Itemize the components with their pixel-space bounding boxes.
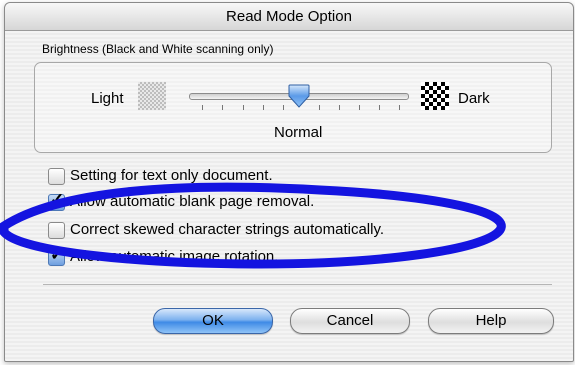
slider-tick [263,105,264,110]
skew-correction-checkbox[interactable] [48,222,65,239]
cancel-button[interactable]: Cancel [290,308,410,334]
brightness-slider-thumb[interactable] [288,84,310,108]
checkmark-icon: ✓ [50,245,65,264]
text-only-label[interactable]: Setting for text only document. [70,167,273,184]
light-label: Light [91,90,124,107]
blank-page-removal-label[interactable]: Allow automatic blank page removal. [70,193,314,210]
brightness-group-label: Brightness (Black and White scanning onl… [42,42,274,56]
slider-tick [339,105,340,110]
slider-tick [243,105,244,110]
dark-label: Dark [458,90,490,107]
slider-tick [319,105,320,110]
ok-button[interactable]: OK [153,308,273,334]
slider-tick [359,105,360,110]
text-only-checkbox[interactable] [48,168,65,185]
image-rotation-label[interactable]: Allow automatic image rotation. [70,248,278,265]
skew-correction-label[interactable]: Correct skewed character strings automat… [70,221,384,238]
slider-tick [399,105,400,110]
title-bar[interactable]: Read Mode Option [5,3,573,31]
slider-tick [283,105,284,110]
slider-tick [222,105,223,110]
image-rotation-checkbox[interactable]: ✓ [48,245,65,266]
blank-page-removal-checkbox[interactable]: ✓ [48,190,65,211]
window-title: Read Mode Option [226,8,352,25]
slider-tick [202,105,203,110]
slider-tick [379,105,380,110]
light-pattern-icon [138,82,166,110]
dark-pattern-icon [421,82,449,110]
checkmark-icon: ✓ [50,190,65,209]
help-button[interactable]: Help [428,308,554,334]
separator [43,284,552,285]
brightness-value-label: Normal [274,124,323,141]
